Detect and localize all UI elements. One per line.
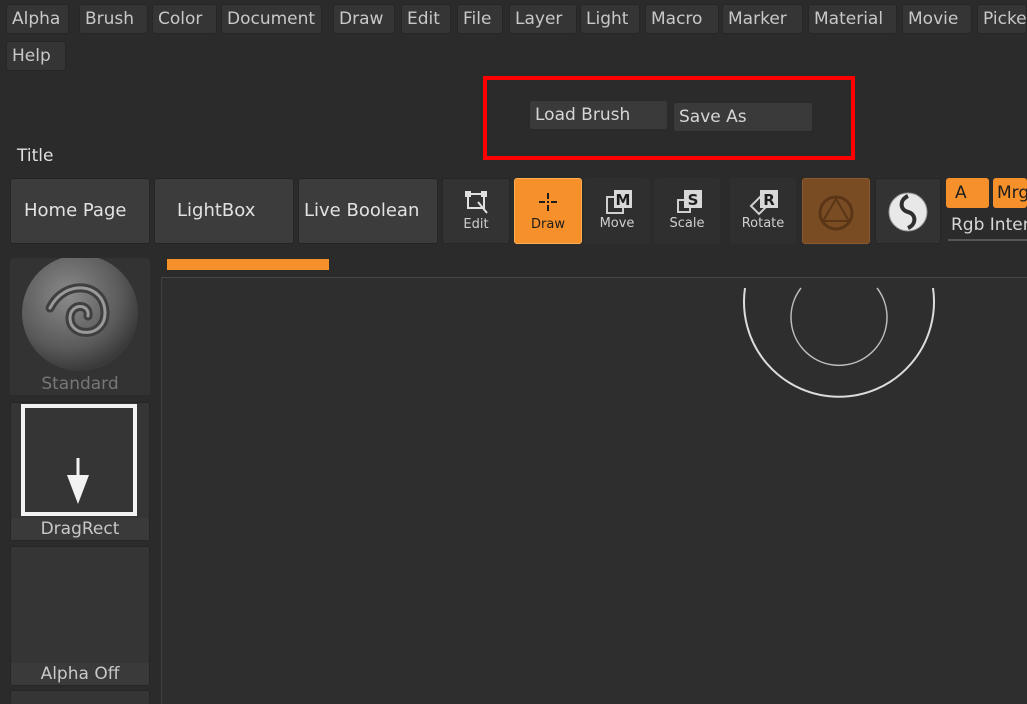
title-label: Title xyxy=(17,146,54,166)
solo-mode-button[interactable] xyxy=(875,178,941,244)
draw-tool-button[interactable]: Draw xyxy=(514,178,582,244)
menu-marker[interactable]: Marker xyxy=(722,4,803,34)
home-page-button[interactable]: Home Page xyxy=(10,178,150,244)
menu-movie[interactable]: Movie xyxy=(902,4,972,34)
scale-tool-button[interactable]: S Scale xyxy=(654,178,720,244)
solo-icon xyxy=(876,190,940,232)
move-tool-button[interactable]: M Move xyxy=(584,178,650,244)
edit-label: Edit xyxy=(463,217,489,232)
move-icon: M xyxy=(584,188,650,216)
draw-label: Draw xyxy=(531,217,565,232)
menu-draw[interactable]: Draw xyxy=(333,4,395,34)
mrg-toggle-button[interactable]: Mrg xyxy=(993,178,1027,208)
menu-color[interactable]: Color xyxy=(152,4,217,34)
gizmo-icon xyxy=(803,193,869,231)
progress-strip xyxy=(167,259,329,270)
edit-icon xyxy=(443,189,509,217)
rgb-intensity-track xyxy=(948,239,1027,241)
svg-text:S: S xyxy=(688,191,699,209)
menu-light[interactable]: Light xyxy=(580,4,640,34)
highlight-annotation xyxy=(483,76,855,160)
standard-brush-icon xyxy=(22,258,138,371)
document-canvas[interactable] xyxy=(161,277,1027,704)
scale-label: Scale xyxy=(669,216,705,231)
menu-alpha[interactable]: Alpha xyxy=(6,4,69,34)
lightbox-button[interactable]: LightBox xyxy=(154,178,294,244)
rotate-tool-button[interactable]: R Rotate xyxy=(730,178,796,244)
menu-brush[interactable]: Brush xyxy=(79,4,148,34)
menu-layer[interactable]: Layer xyxy=(509,4,577,34)
dragrect-icon xyxy=(21,404,137,516)
menu-document[interactable]: Document xyxy=(221,4,322,34)
live-boolean-button[interactable]: Live Boolean xyxy=(298,178,438,244)
stroke-name: DragRect xyxy=(11,518,149,540)
svg-text:R: R xyxy=(763,191,775,209)
alpha-name: Alpha Off xyxy=(11,663,149,685)
rotate-icon: R xyxy=(730,188,796,216)
gizmo-3d-button[interactable] xyxy=(802,178,870,244)
brush-cursor-icon xyxy=(743,287,935,398)
texture-selector[interactable] xyxy=(10,690,150,704)
a-toggle-button[interactable]: A xyxy=(946,178,989,208)
menu-help[interactable]: Help xyxy=(6,41,66,71)
move-label: Move xyxy=(599,216,635,231)
stroke-selector[interactable]: DragRect xyxy=(10,402,150,541)
brush-selector[interactable]: Standard xyxy=(10,258,150,395)
rotate-label: Rotate xyxy=(741,216,785,231)
alpha-selector[interactable]: Alpha Off xyxy=(10,546,150,686)
menu-picker[interactable]: Picker xyxy=(977,4,1027,34)
rgb-intensity-slider[interactable]: Rgb Intensity xyxy=(951,215,1027,235)
brush-name: Standard xyxy=(10,373,150,395)
menu-file[interactable]: File xyxy=(457,4,503,34)
menu-edit[interactable]: Edit xyxy=(401,4,451,34)
scale-icon: S xyxy=(654,188,720,216)
menu-macro[interactable]: Macro xyxy=(645,4,719,34)
edit-tool-button[interactable]: Edit xyxy=(442,178,510,244)
svg-text:M: M xyxy=(616,191,631,209)
menu-material[interactable]: Material xyxy=(808,4,897,34)
draw-crosshair-icon xyxy=(515,189,581,217)
